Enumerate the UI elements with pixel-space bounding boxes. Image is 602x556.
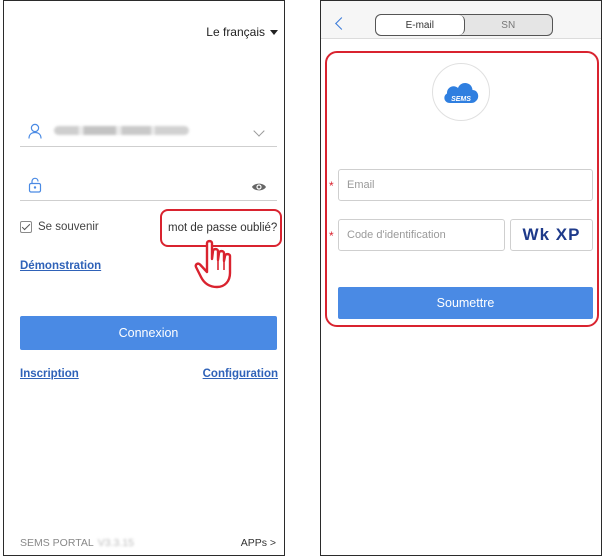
password-field[interactable] bbox=[20, 173, 277, 201]
logo-text: SEMS bbox=[451, 96, 471, 103]
verification-code-input[interactable]: Code d'identification bbox=[338, 219, 505, 251]
back-arrow-icon[interactable] bbox=[335, 17, 348, 30]
username-value-blurred bbox=[54, 126, 189, 135]
tab-sn[interactable]: SN bbox=[465, 15, 553, 35]
eye-icon[interactable] bbox=[251, 180, 267, 198]
remember-checkbox[interactable] bbox=[20, 221, 32, 233]
register-link[interactable]: Inscription bbox=[20, 368, 79, 380]
lock-icon bbox=[28, 177, 42, 198]
language-selector[interactable]: Le français bbox=[206, 25, 278, 39]
email-input[interactable]: Email bbox=[338, 169, 593, 201]
configuration-link[interactable]: Configuration bbox=[203, 368, 278, 380]
remember-label: Se souvenir bbox=[38, 221, 99, 233]
language-label: Le français bbox=[206, 25, 265, 39]
apps-link[interactable]: APPs > bbox=[241, 537, 276, 549]
sems-logo: SEMS bbox=[432, 63, 490, 121]
method-segmented-control[interactable]: E-mail SN bbox=[375, 14, 553, 36]
caret-down-icon bbox=[270, 30, 278, 35]
brand-label: SEMS PORTAL bbox=[20, 537, 94, 549]
remember-me[interactable]: Se souvenir bbox=[20, 221, 99, 233]
top-bar: E-mail SN bbox=[321, 1, 601, 39]
login-button[interactable]: Connexion bbox=[20, 316, 277, 350]
required-mark: * bbox=[329, 179, 334, 193]
captcha-image[interactable]: Wk XP bbox=[510, 219, 593, 251]
version-label: V3.3.15 bbox=[97, 537, 134, 549]
forgot-password-link[interactable]: mot de passe oublié? bbox=[168, 222, 277, 234]
demo-link[interactable]: Démonstration bbox=[20, 260, 101, 272]
required-mark: * bbox=[329, 229, 334, 243]
tab-email[interactable]: E-mail bbox=[376, 15, 465, 35]
user-icon bbox=[28, 123, 42, 144]
chevron-down-icon[interactable] bbox=[253, 125, 265, 137]
username-field[interactable] bbox=[20, 119, 277, 147]
footer-brand: SEMS PORTAL V3.3.15 bbox=[20, 537, 134, 549]
forgot-password-screen: E-mail SN SEMS * Email * Code d'identifi… bbox=[320, 0, 602, 556]
cloud-logo-icon: SEMS bbox=[444, 82, 479, 103]
login-screen: Le français Se souvenir mot de passe oub… bbox=[3, 0, 285, 556]
submit-button[interactable]: Soumettre bbox=[338, 287, 593, 319]
pointing-hand-icon bbox=[194, 239, 240, 296]
